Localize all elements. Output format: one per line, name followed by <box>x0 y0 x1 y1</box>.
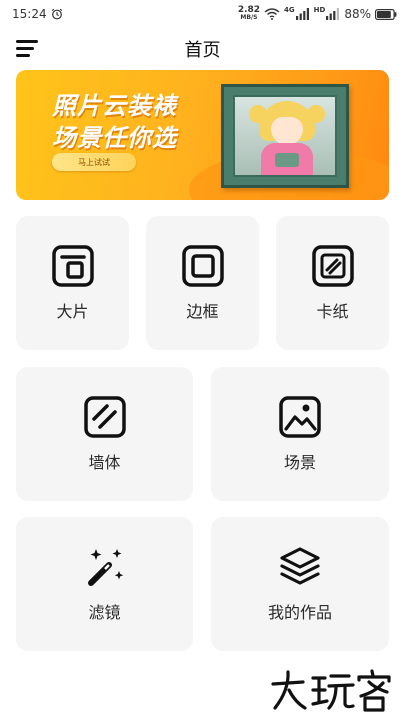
network-type-tag: 4G <box>284 6 295 14</box>
battery-percent: 88% <box>344 7 371 21</box>
battery-icon <box>375 8 397 20</box>
feature-card-border[interactable]: 边框 <box>146 216 259 350</box>
network-speed-value: 2.82 <box>237 5 261 15</box>
promo-banner[interactable]: 照片云装裱 场景任你选 马上试试 <box>16 70 389 200</box>
feature-label: 场景 <box>283 453 316 472</box>
calligraphy-logo <box>271 669 391 712</box>
feature-card-large-photo[interactable]: 大片 <box>16 216 129 350</box>
cardboard-mat-icon <box>311 245 354 287</box>
status-right: 2.82 MB/S 4G HD 88% <box>238 6 397 22</box>
feature-card-wall[interactable]: 墙体 <box>16 367 193 501</box>
feature-card-cardboard[interactable]: 卡纸 <box>276 216 389 350</box>
landscape-scene-icon <box>279 396 321 438</box>
framed-anime-photo <box>221 84 349 188</box>
photo-inside-frame <box>233 95 337 177</box>
border-frame-icon <box>181 245 224 287</box>
status-left: 15:24 <box>12 7 63 21</box>
magic-wand-icon <box>87 549 123 586</box>
feature-label: 大片 <box>56 302 89 321</box>
feature-label: 卡纸 <box>316 302 349 321</box>
hamburger-menu-icon[interactable] <box>16 40 38 58</box>
status-bar: 15:24 2.82 MB/S 4G HD 88% <box>0 0 405 28</box>
nav-bar: 首页 <box>0 30 405 68</box>
page-title: 首页 <box>184 40 221 61</box>
layers-stack-icon <box>280 547 320 585</box>
feature-label: 墙体 <box>88 453 121 472</box>
large-photo-frame-icon <box>51 245 94 287</box>
network-speed: 2.82 MB/S <box>238 6 260 22</box>
feature-card-my-works[interactable]: 我的作品 <box>211 517 389 651</box>
wifi-icon <box>264 8 280 20</box>
alarm-clock-icon <box>51 8 62 20</box>
banner-title-line1: 照片云装裱 <box>52 92 177 120</box>
banner-title: 照片云装裱 场景任你选 <box>52 90 222 154</box>
try-now-button[interactable]: 马上试试 <box>52 153 136 171</box>
cellular-signal-icon-2 <box>326 8 340 20</box>
feature-label: 边框 <box>186 302 219 321</box>
status-time: 15:24 <box>12 7 47 21</box>
feature-label: 我的作品 <box>267 603 332 622</box>
feature-label: 滤镜 <box>88 603 121 622</box>
cellular-signal-icon <box>295 8 309 20</box>
network-speed-unit: MB/S <box>240 14 258 21</box>
banner-title-line2: 场景任你选 <box>52 124 177 152</box>
wall-icon <box>83 396 126 438</box>
feature-card-filter[interactable]: 滤镜 <box>16 517 193 651</box>
hd-tag: HD <box>313 6 326 14</box>
feature-card-scene[interactable]: 场景 <box>211 367 389 501</box>
